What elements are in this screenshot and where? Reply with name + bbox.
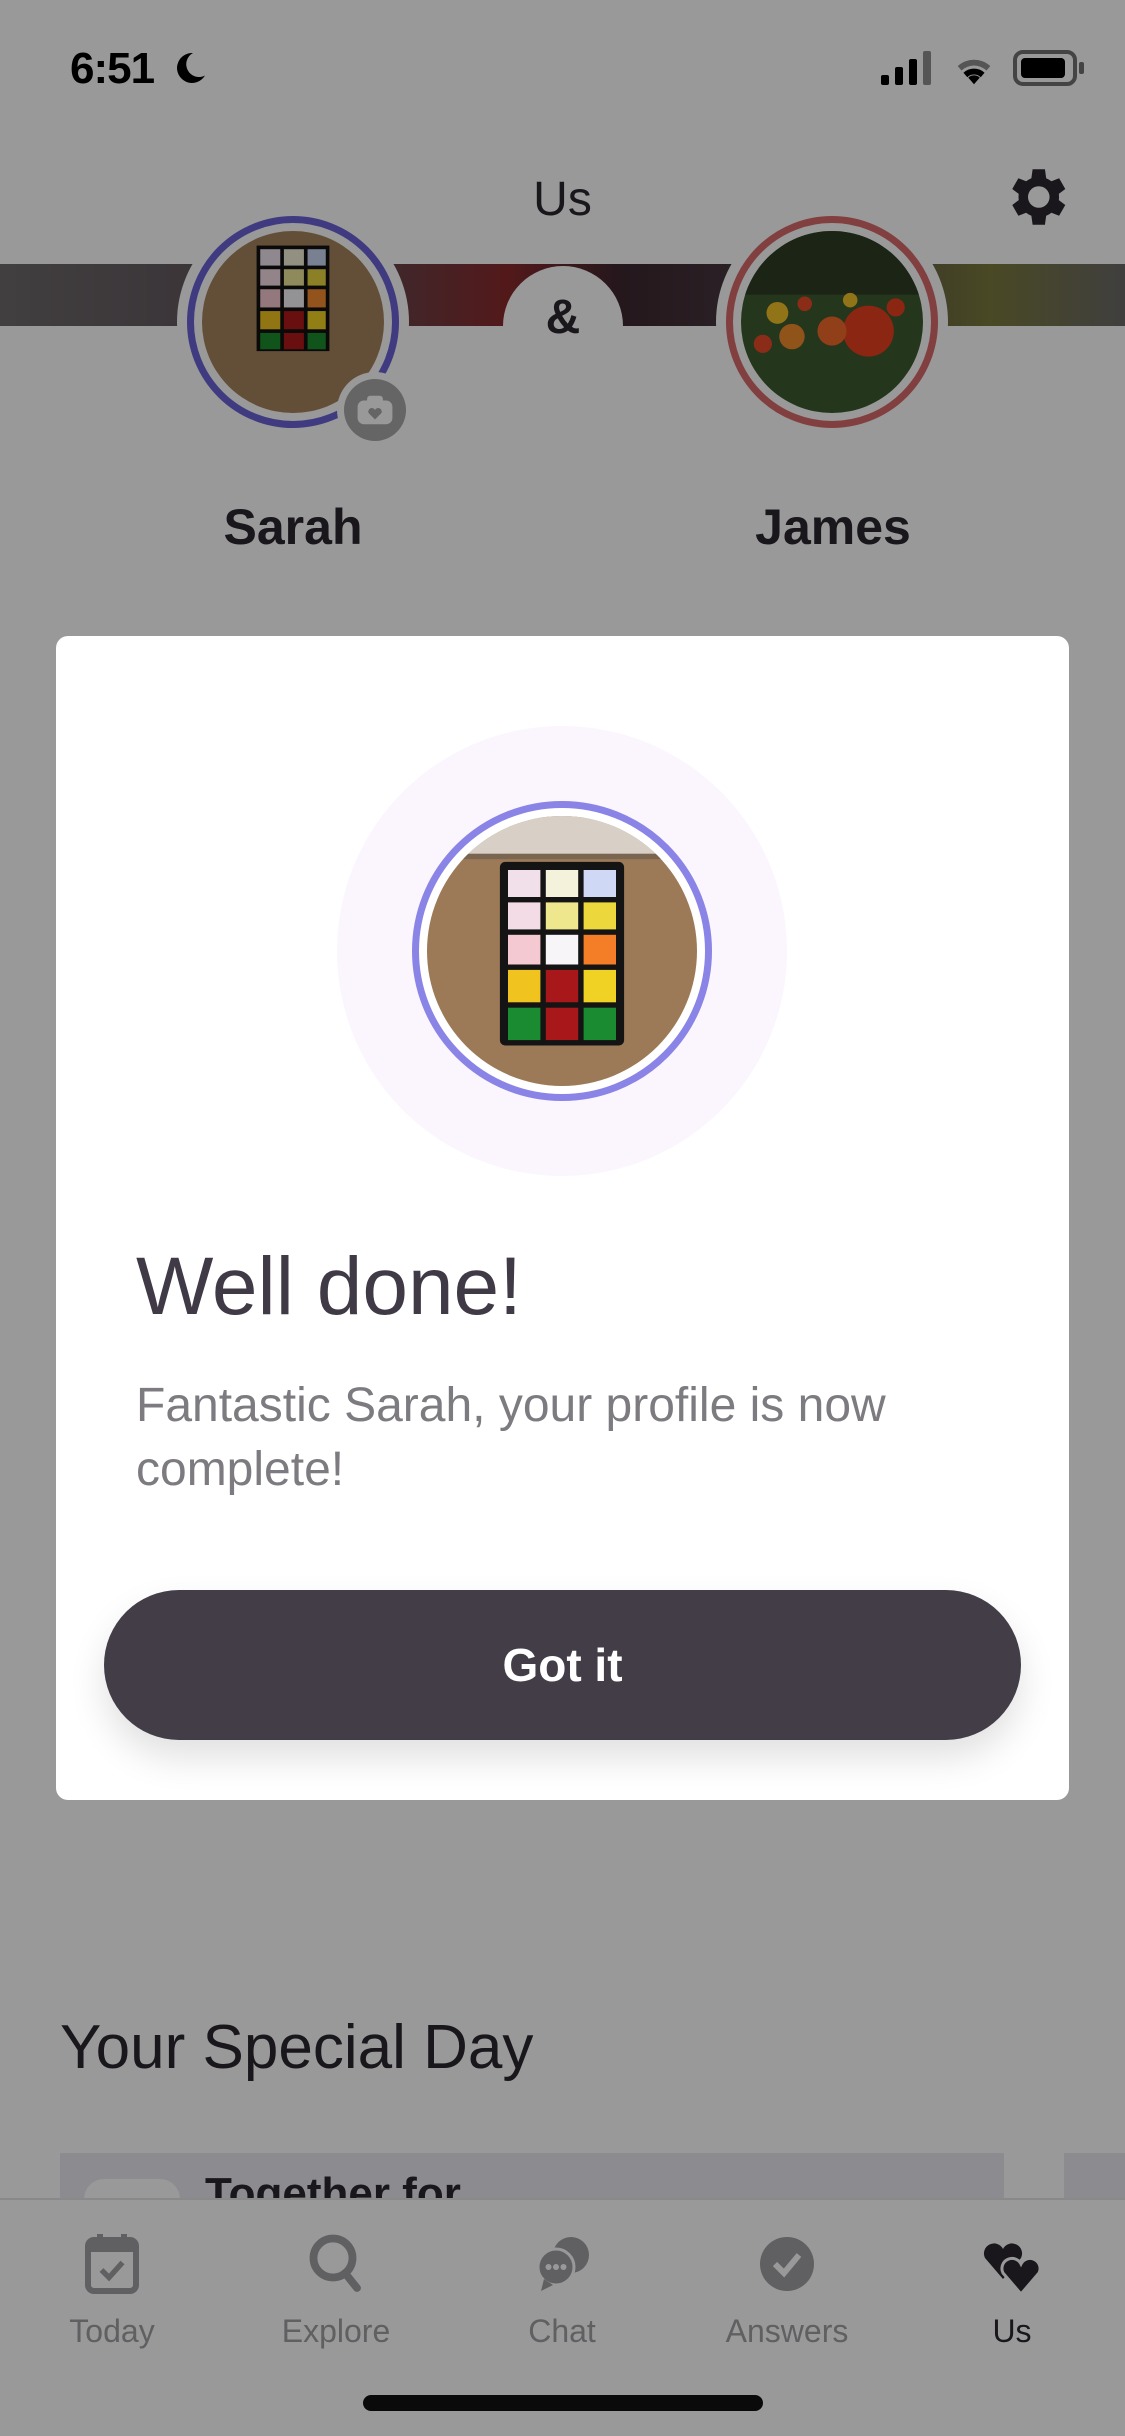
dialog-title: Well done! xyxy=(136,1241,522,1332)
profile-complete-dialog: Well done! Fantastic Sarah, your profile… xyxy=(56,636,1069,1800)
status-bar: 6:51 xyxy=(0,0,1125,132)
cellular-signal-icon xyxy=(881,51,931,85)
battery-icon xyxy=(1013,50,1084,86)
dialog-message: Fantastic Sarah, your profile is now com… xyxy=(136,1379,886,1496)
dialog-avatar xyxy=(412,801,712,1101)
status-time: 6:51 xyxy=(70,44,155,93)
wifi-icon xyxy=(957,59,991,85)
moon-icon xyxy=(177,52,205,83)
got-it-button[interactable]: Got it xyxy=(104,1590,1021,1740)
rubiks-cube-photo xyxy=(427,816,697,1086)
